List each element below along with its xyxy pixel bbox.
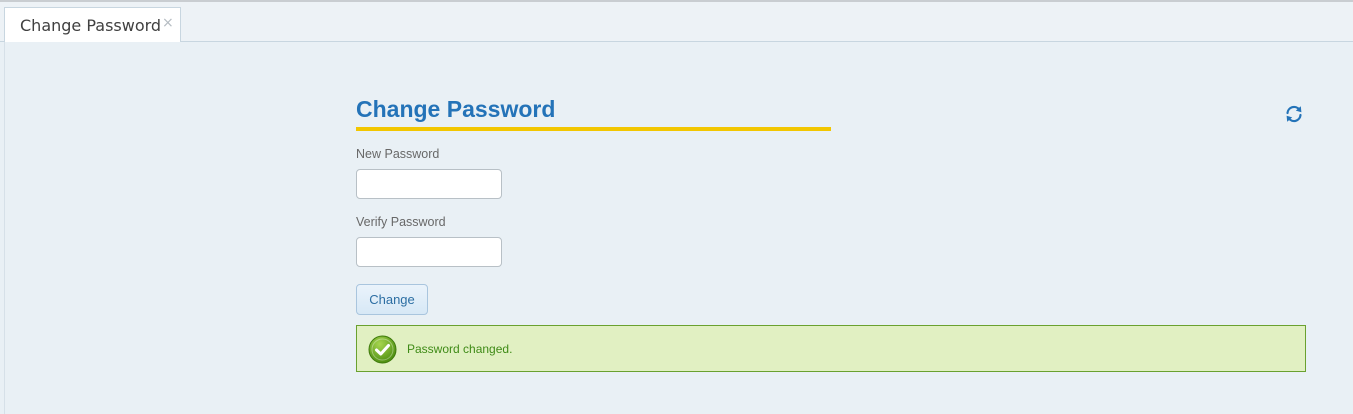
change-button[interactable]: Change — [356, 284, 428, 315]
alert-message: Password changed. — [407, 342, 513, 356]
new-password-label: New Password — [356, 147, 440, 161]
success-alert: Password changed. — [356, 325, 1306, 372]
tab-bar: Change Password × — [0, 2, 1353, 42]
new-password-field[interactable] — [356, 169, 502, 199]
verify-password-label: Verify Password — [356, 215, 446, 229]
page-title: Change Password — [356, 96, 556, 122]
content-divider — [4, 42, 5, 414]
tab-change-password[interactable]: Change Password × — [4, 7, 181, 42]
close-icon[interactable]: × — [162, 15, 174, 31]
tab-label: Change Password — [20, 16, 162, 35]
app-window: Change Password × Change Password New Pa… — [0, 0, 1353, 414]
title-underline — [356, 127, 831, 131]
check-circle-icon — [368, 335, 397, 364]
verify-password-field[interactable] — [356, 237, 502, 267]
change-password-form: Change Password New Password Verify Pass… — [356, 90, 1306, 372]
